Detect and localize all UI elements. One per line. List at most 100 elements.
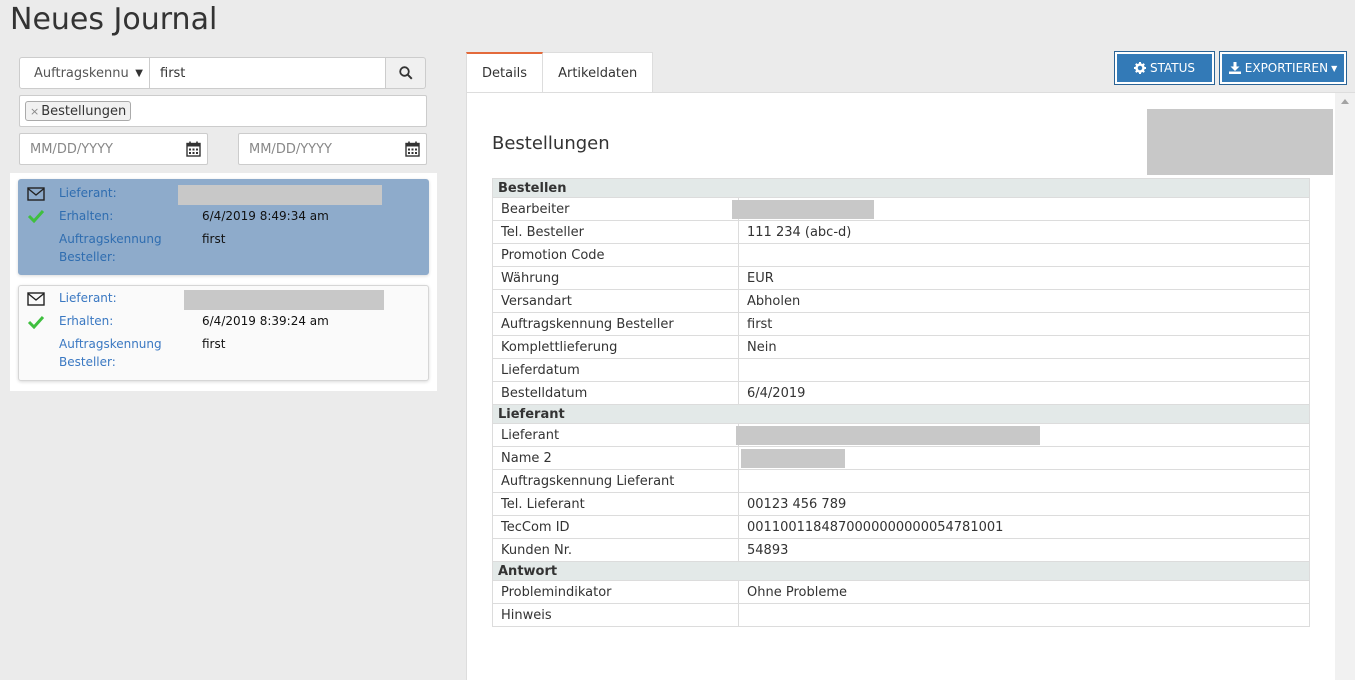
tab-artikeldaten[interactable]: Artikeldaten [543,52,654,93]
detail-tabs: Details Artikeldaten [466,52,654,93]
filter-tag-label: Bestellungen [41,103,127,119]
result-card[interactable]: Lieferant: Erhalten: 6/4/2019 8:39:24 am… [18,285,429,381]
filter-tag-box[interactable]: × Bestellungen [19,95,427,127]
row-label: Versandart [492,289,739,313]
detail-panel: Bestellungen Bestellen Bearbeiter Tel. B… [466,92,1355,680]
row-label: Name 2 [492,446,739,470]
row-label: Lieferdatum [492,358,739,382]
erhalten-value: 6/4/2019 8:39:24 am [202,314,329,328]
lieferant-label: Lieferant: [59,186,117,200]
search-field-select[interactable]: Auftragskennu ▼ [19,57,150,89]
row-label: Tel. Lieferant [492,492,739,516]
row-label: Promotion Code [492,243,739,267]
export-button[interactable]: EXPORTIEREN ▼ [1219,51,1347,85]
redacted-value [741,449,845,468]
row-value [738,243,1310,267]
status-button[interactable]: STATUS [1114,51,1215,85]
table-row: Auftragskennung Besteller first [492,312,1310,336]
auftragskennung-label: Auftragskennung [59,337,162,351]
scroll-up-icon[interactable] [1341,99,1349,104]
check-icon [27,209,45,223]
download-icon [1228,62,1241,74]
date-to-field[interactable]: MM/DD/YYYY [238,133,427,165]
row-value [738,358,1310,382]
search-button[interactable] [386,57,426,89]
table-row: Versandart Abholen [492,289,1310,313]
row-value: EUR [738,266,1310,290]
panel-title: Bestellungen [492,133,610,154]
row-label: Bearbeiter [492,197,739,221]
search-input[interactable]: first [150,57,386,89]
row-value [732,197,1310,221]
besteller-label: Besteller: [59,250,116,264]
tab-details[interactable]: Details [466,52,544,93]
section-header-label: Antwort [492,561,1310,581]
result-list: Lieferant: Erhalten: 6/4/2019 8:49:34 am… [10,173,437,391]
row-label: Tel. Besteller [492,220,739,244]
table-row: Bearbeiter [492,197,1310,221]
auftragskennung-label: Auftragskennung [59,232,162,246]
row-value [738,446,1310,470]
table-row: Hinweis [492,603,1310,627]
page-title: Neues Journal [10,2,218,37]
section-header: Bestellen [492,178,1310,198]
row-label: Hinweis [492,603,739,627]
envelope-icon [27,187,45,201]
table-row: Name 2 [492,446,1310,470]
table-row: Komplettlieferung Nein [492,335,1310,359]
row-label: Problemindikator [492,580,739,604]
table-row: Bestelldatum 6/4/2019 [492,381,1310,405]
caret-down-icon: ▼ [1331,63,1338,73]
row-value: Ohne Probleme [738,580,1310,604]
check-icon [27,315,45,329]
table-row: Problemindikator Ohne Probleme [492,580,1310,604]
search-icon [398,66,413,80]
row-value: 6/4/2019 [738,381,1310,405]
auftragskennung-value: first [202,232,226,246]
row-value [738,469,1310,493]
table-row: Währung EUR [492,266,1310,290]
row-label: Währung [492,266,739,290]
row-value: 54893 [738,538,1310,562]
redacted-logo [1147,109,1333,175]
row-label: Komplettlieferung [492,335,739,359]
row-value: Nein [738,335,1310,359]
redacted-value [736,426,1040,445]
search-row: Auftragskennu ▼ first [19,57,426,89]
row-label: Auftragskennung Besteller [492,312,739,336]
row-label: Auftragskennung Lieferant [492,469,739,493]
row-value: first [738,312,1310,336]
result-card[interactable]: Lieferant: Erhalten: 6/4/2019 8:49:34 am… [18,179,429,275]
table-row: Promotion Code [492,243,1310,267]
details-table: Bestellen Bearbeiter Tel. Besteller 111 … [492,178,1310,627]
filter-tag: × Bestellungen [25,101,132,121]
caret-down-icon: ▼ [132,68,143,79]
table-row: Lieferdatum [492,358,1310,382]
redacted-value [178,185,382,205]
envelope-icon [27,292,45,306]
row-label: Lieferant [492,423,739,447]
row-value: 00123 456 789 [738,492,1310,516]
table-row: Tel. Besteller 111 234 (abc-d) [492,220,1310,244]
remove-tag-icon[interactable]: × [30,105,39,118]
table-row: TecCom ID 001100118487000000000005478100… [492,515,1310,539]
section-header-label: Lieferant [492,404,1310,424]
lieferant-label: Lieferant: [59,291,117,305]
row-value [738,603,1310,627]
vertical-scrollbar[interactable] [1335,93,1355,680]
erhalten-value: 6/4/2019 8:49:34 am [202,209,329,223]
date-from-field[interactable]: MM/DD/YYYY [19,133,208,165]
row-value: Abholen [738,289,1310,313]
table-row: Auftragskennung Lieferant [492,469,1310,493]
date-to-placeholder: MM/DD/YYYY [249,142,332,157]
row-value: 0011001184870000000000054781001 [738,515,1310,539]
section-header-label: Bestellen [492,178,1310,198]
calendar-icon[interactable] [405,141,420,157]
section-header: Antwort [492,561,1310,581]
section-header: Lieferant [492,404,1310,424]
besteller-label: Besteller: [59,355,116,369]
date-from-placeholder: MM/DD/YYYY [30,142,113,157]
search-field-select-label: Auftragskennu [34,66,129,81]
calendar-icon[interactable] [186,141,201,157]
row-value [736,423,1310,447]
